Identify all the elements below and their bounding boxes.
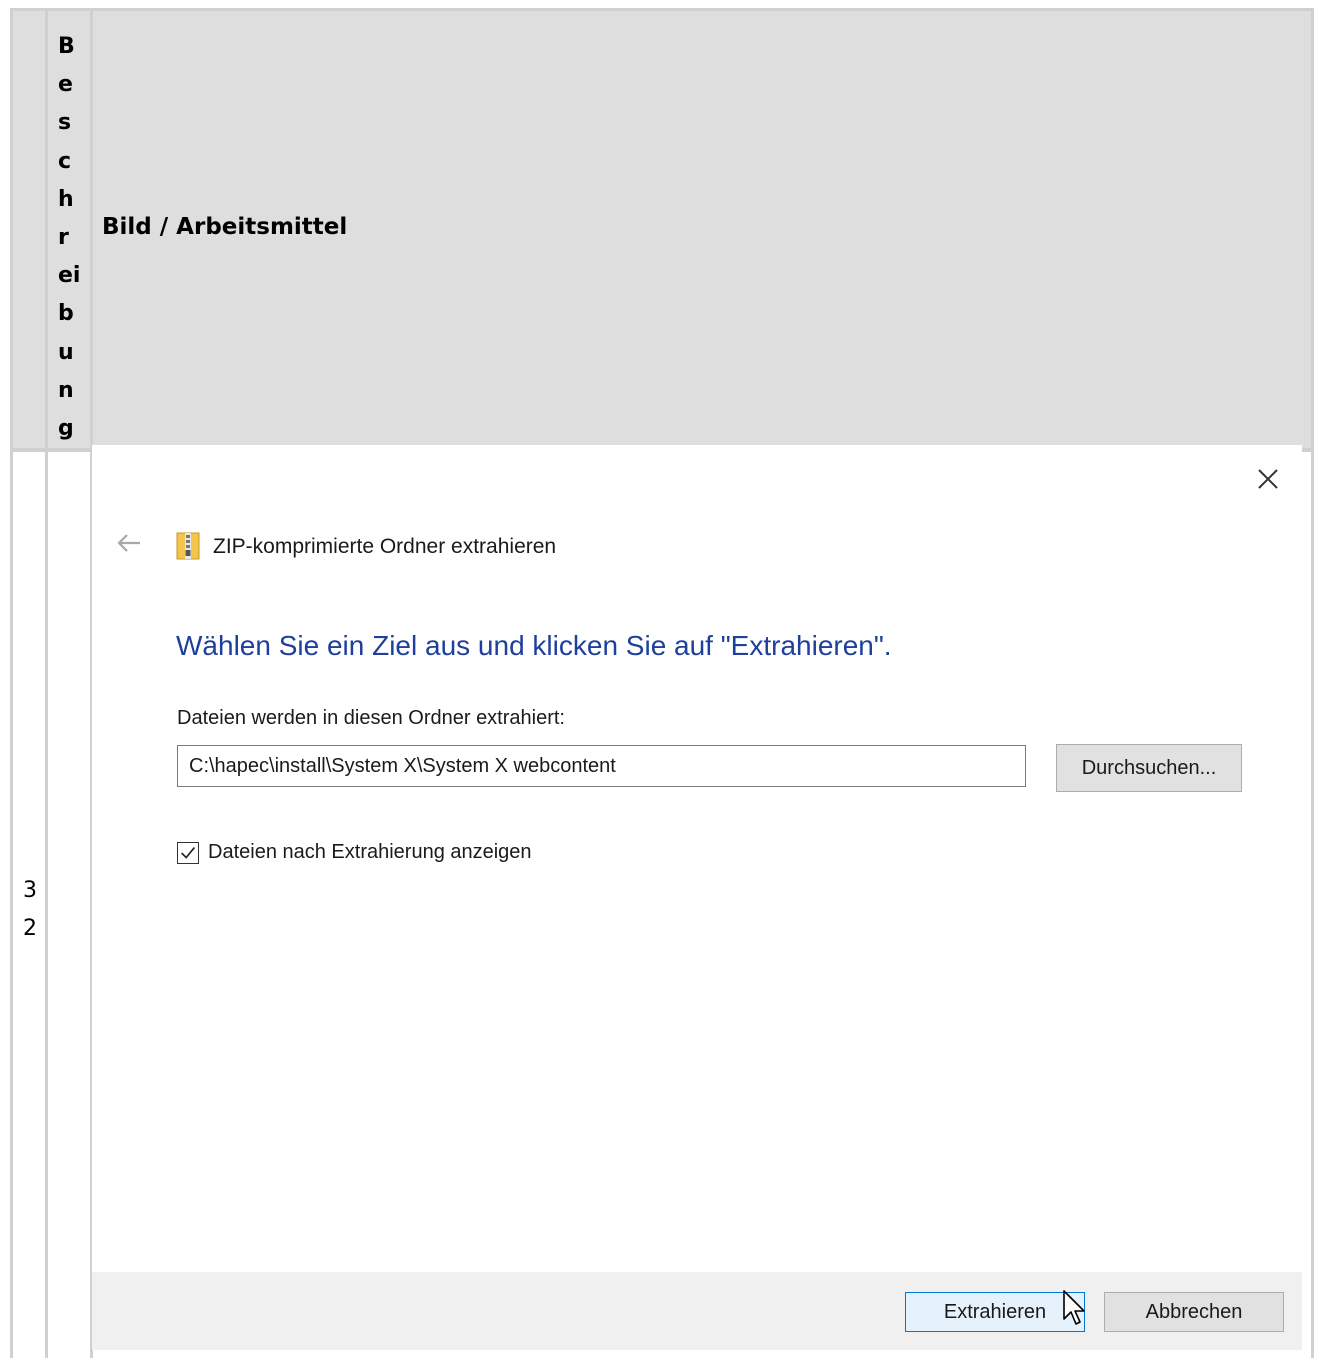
extract-button[interactable]: Extrahieren — [905, 1292, 1085, 1332]
table-header-row: B e s c h r ei b u n g Bild / Arbeitsmit… — [10, 8, 1314, 451]
row-number-digit: 2 — [23, 916, 37, 941]
table-divider — [45, 8, 48, 1358]
extract-zip-dialog: ZIP-komprimierte Ordner extrahieren Wähl… — [92, 445, 1302, 1350]
dialog-footer: Extrahieren Abbrechen — [92, 1272, 1302, 1350]
zip-folder-icon — [176, 532, 200, 560]
row-number: 3 2 — [23, 872, 37, 948]
show-files-checkbox[interactable] — [177, 842, 199, 864]
destination-path-input[interactable] — [177, 745, 1026, 787]
table-border-right — [1311, 8, 1314, 1358]
close-icon[interactable] — [1256, 467, 1280, 491]
row-number-digit: 3 — [23, 878, 37, 903]
header-bild-arbeitsmittel: Bild / Arbeitsmittel — [102, 214, 348, 240]
dialog-heading: Wählen Sie ein Ziel aus und klicken Sie … — [176, 630, 892, 661]
show-files-checkbox-label[interactable]: Dateien nach Extrahierung anzeigen — [208, 841, 532, 864]
checkmark-icon — [181, 847, 195, 859]
back-arrow-icon[interactable] — [114, 531, 144, 555]
table-border-top — [10, 8, 1314, 11]
destination-label: Dateien werden in diesen Ordner extrahie… — [177, 707, 565, 729]
browse-button[interactable]: Durchsuchen... — [1056, 744, 1242, 792]
cancel-button[interactable]: Abbrechen — [1104, 1292, 1284, 1332]
dialog-title: ZIP-komprimierte Ordner extrahieren — [213, 535, 557, 558]
table-border-left — [10, 8, 13, 1358]
